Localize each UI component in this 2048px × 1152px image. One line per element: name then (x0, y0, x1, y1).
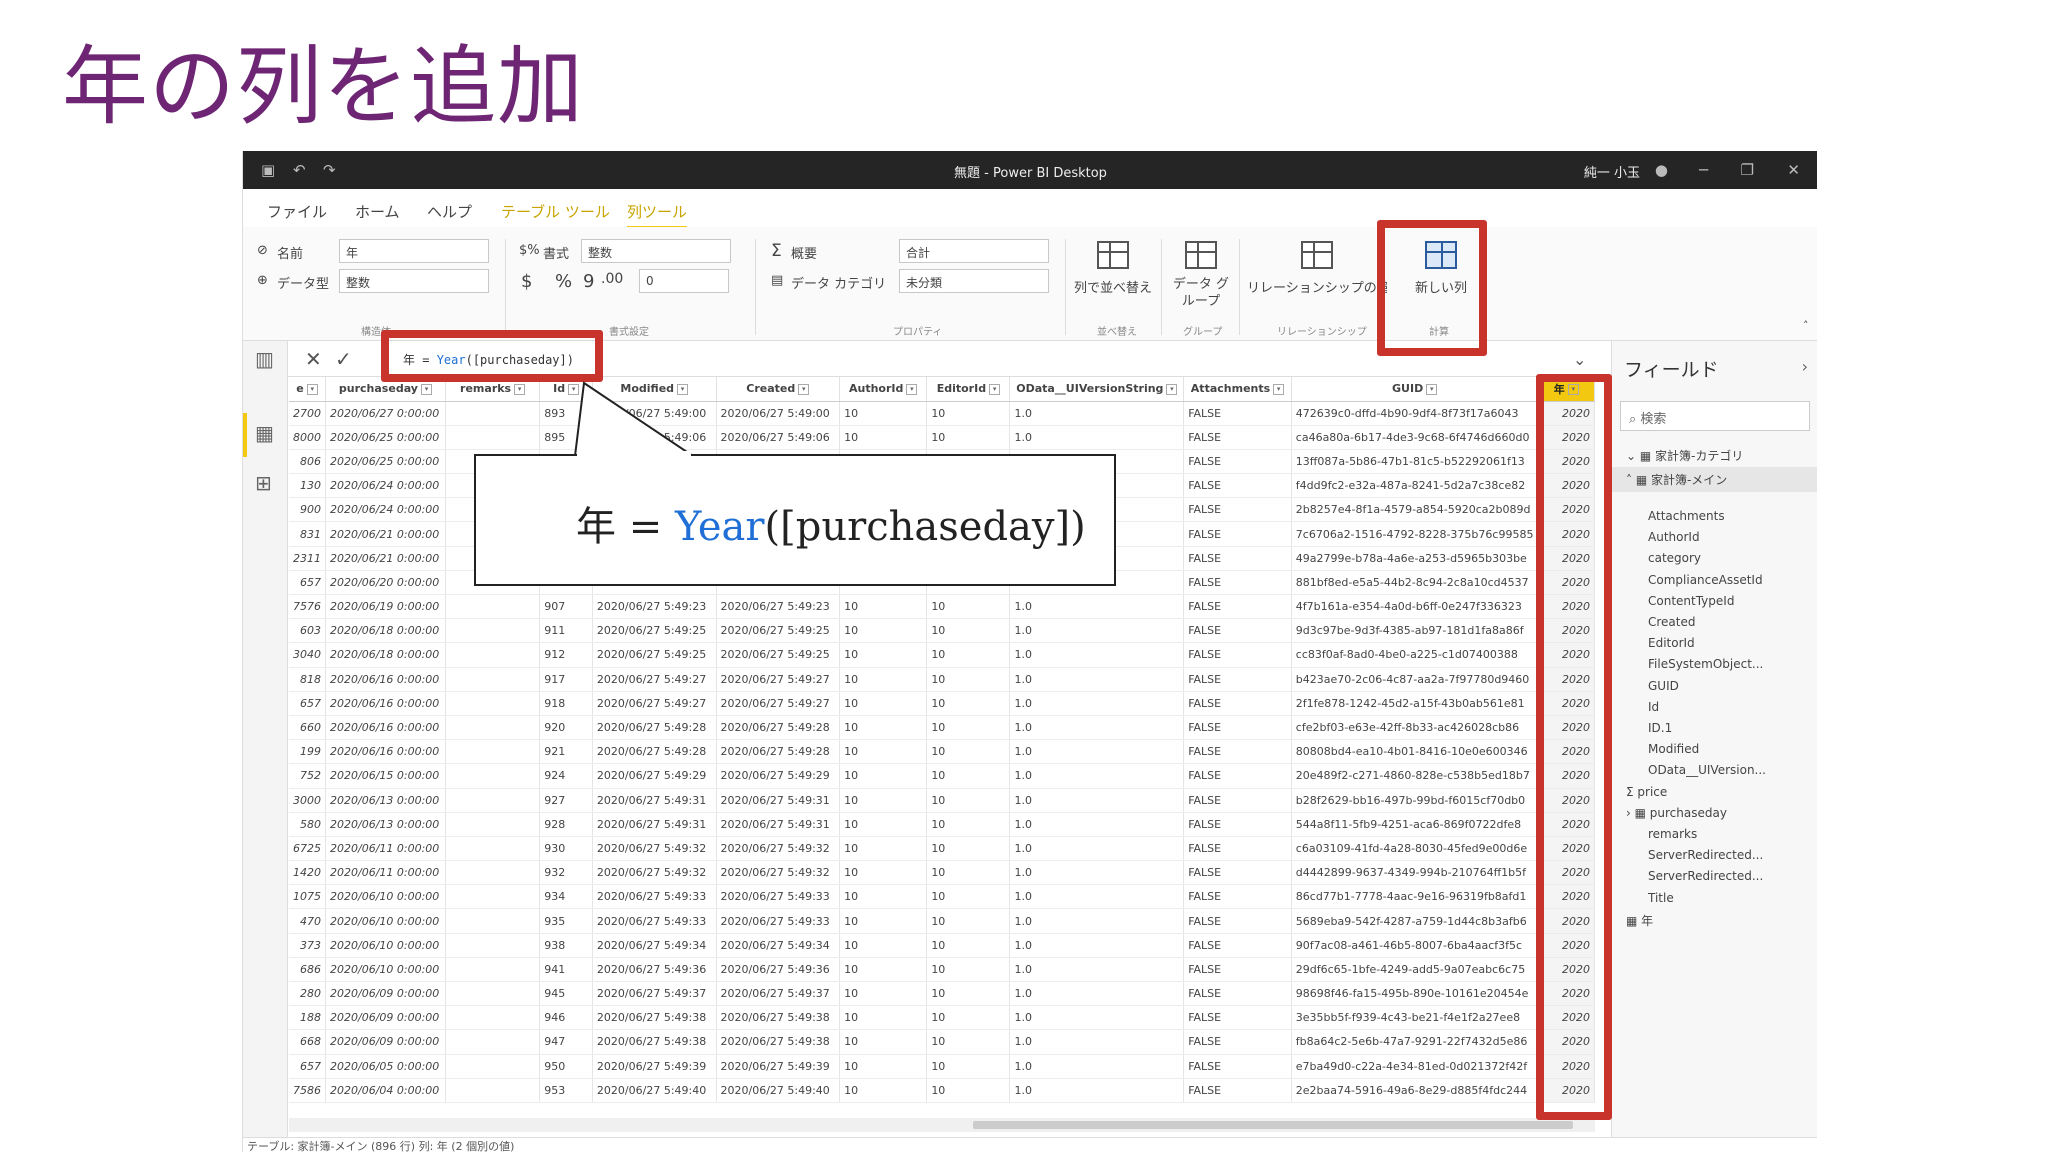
callout-pointer-mask (577, 451, 691, 459)
